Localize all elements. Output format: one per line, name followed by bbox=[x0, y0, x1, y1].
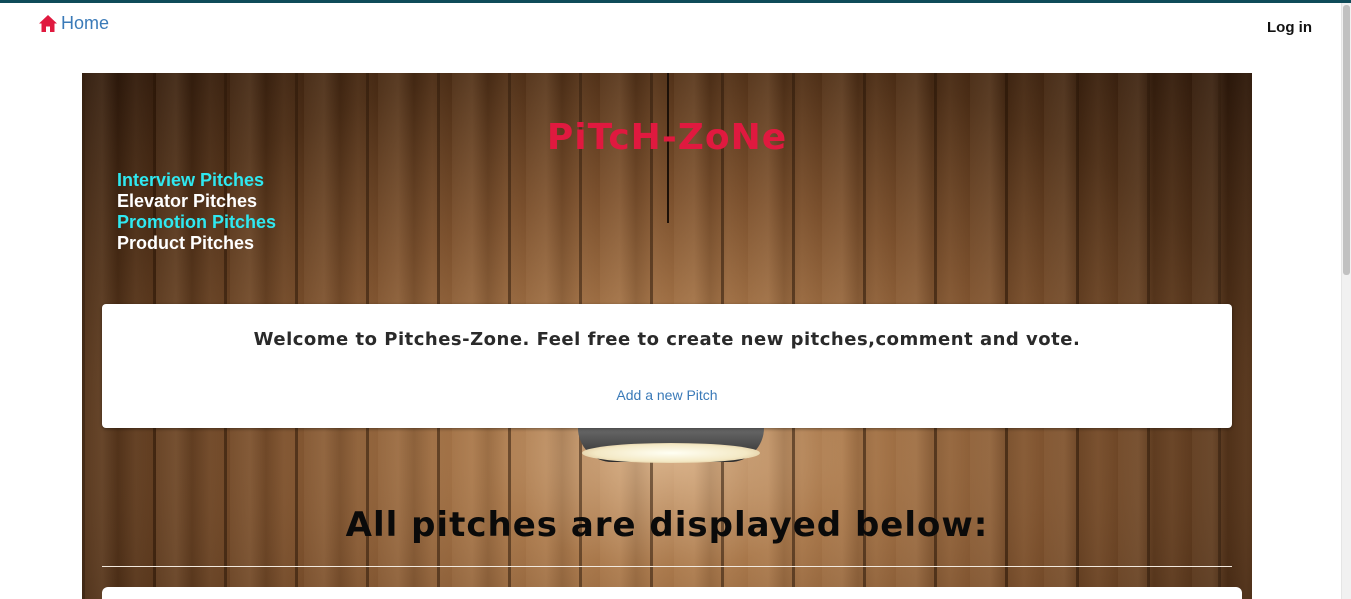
brand-title: PiTcH-ZoNe bbox=[546, 117, 788, 158]
lamp-bulb bbox=[582, 443, 760, 463]
category-list: Interview Pitches Elevator Pitches Promo… bbox=[117, 170, 276, 254]
login-link[interactable]: Log in bbox=[1267, 19, 1312, 36]
category-product[interactable]: Product Pitches bbox=[117, 233, 276, 254]
pitches-heading: All pitches are displayed below: bbox=[345, 505, 989, 545]
scrollbar[interactable] bbox=[1341, 3, 1351, 599]
top-accent-line bbox=[0, 0, 1351, 3]
category-interview[interactable]: Interview Pitches bbox=[117, 170, 276, 191]
welcome-message: Welcome to Pitches-Zone. Feel free to cr… bbox=[253, 329, 1081, 350]
home-icon bbox=[38, 14, 58, 33]
scrollbar-thumb[interactable] bbox=[1343, 5, 1350, 275]
hero-banner: PiTcH-ZoNe Interview Pitches Elevator Pi… bbox=[82, 73, 1252, 599]
home-link[interactable]: Home bbox=[38, 13, 109, 34]
category-promotion[interactable]: Promotion Pitches bbox=[117, 212, 276, 233]
divider bbox=[102, 566, 1232, 567]
category-elevator[interactable]: Elevator Pitches bbox=[117, 191, 276, 212]
add-pitch-link[interactable]: Add a new Pitch bbox=[102, 387, 1232, 403]
welcome-card: Welcome to Pitches-Zone. Feel free to cr… bbox=[102, 304, 1232, 428]
home-label: Home bbox=[61, 13, 110, 33]
pitch-card bbox=[102, 587, 1242, 599]
